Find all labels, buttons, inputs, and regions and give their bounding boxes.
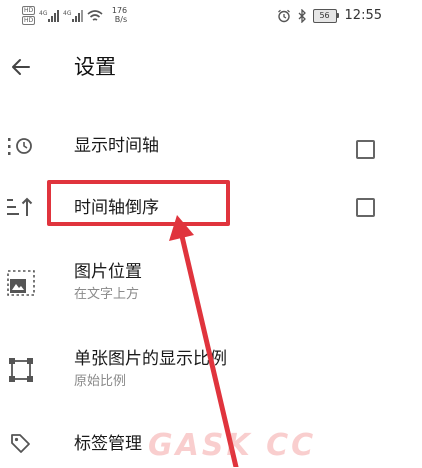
setting-title: 显示时间轴 — [74, 136, 159, 156]
network-speed: 176 B/s — [109, 6, 127, 24]
app-header: 设置 — [0, 44, 422, 92]
signal-icon: 4G — [39, 10, 60, 22]
setting-title: 单张图片的显示比例 — [74, 349, 227, 369]
arrow-left-icon — [12, 59, 30, 75]
page-title: 设置 — [74, 55, 116, 79]
alarm-icon — [277, 9, 290, 22]
status-time: 12:55 — [344, 8, 382, 23]
watermark: GASK CC — [148, 428, 317, 463]
status-left: HD HD 4G 4G 176 B/s — [22, 6, 127, 28]
status-right: 56 12:55 — [277, 8, 382, 23]
battery-level: 56 — [312, 8, 337, 23]
network-label: 4G — [63, 10, 72, 17]
setting-show-timeline[interactable]: 显示时间轴 — [0, 126, 422, 174]
wifi-icon — [87, 10, 103, 21]
image-position-icon — [6, 268, 36, 298]
hd-badge: HD — [22, 6, 36, 15]
network-label: 4G — [39, 10, 48, 17]
speed-unit: B/s — [114, 15, 128, 24]
highlight-box — [47, 180, 230, 226]
battery-icon: 56 — [312, 8, 339, 23]
show-timeline-checkbox[interactable] — [356, 140, 375, 159]
setting-title: 图片位置 — [74, 262, 142, 282]
signal-icon: 4G — [63, 10, 84, 22]
speed-value: 176 — [111, 6, 128, 15]
hd-badges: HD HD — [22, 6, 36, 25]
status-bar: HD HD 4G 4G 176 B/s 56 12:55 — [0, 0, 422, 32]
setting-image-position[interactable]: 图片位置 在文字上方 — [0, 256, 422, 314]
sort-reverse-icon — [6, 192, 36, 222]
setting-subtitle: 原始比例 — [74, 374, 127, 389]
back-button[interactable] — [6, 52, 36, 82]
setting-title: 标签管理 — [74, 434, 142, 454]
crop-ratio-icon — [6, 355, 36, 385]
setting-image-ratio[interactable]: 单张图片的显示比例 原始比例 — [0, 343, 422, 401]
timeline-clock-icon — [6, 130, 36, 160]
setting-subtitle: 在文字上方 — [74, 287, 140, 302]
tag-icon — [6, 428, 36, 458]
bluetooth-icon — [298, 8, 306, 23]
reverse-timeline-checkbox[interactable] — [356, 198, 375, 217]
hd-badge: HD — [22, 16, 36, 25]
